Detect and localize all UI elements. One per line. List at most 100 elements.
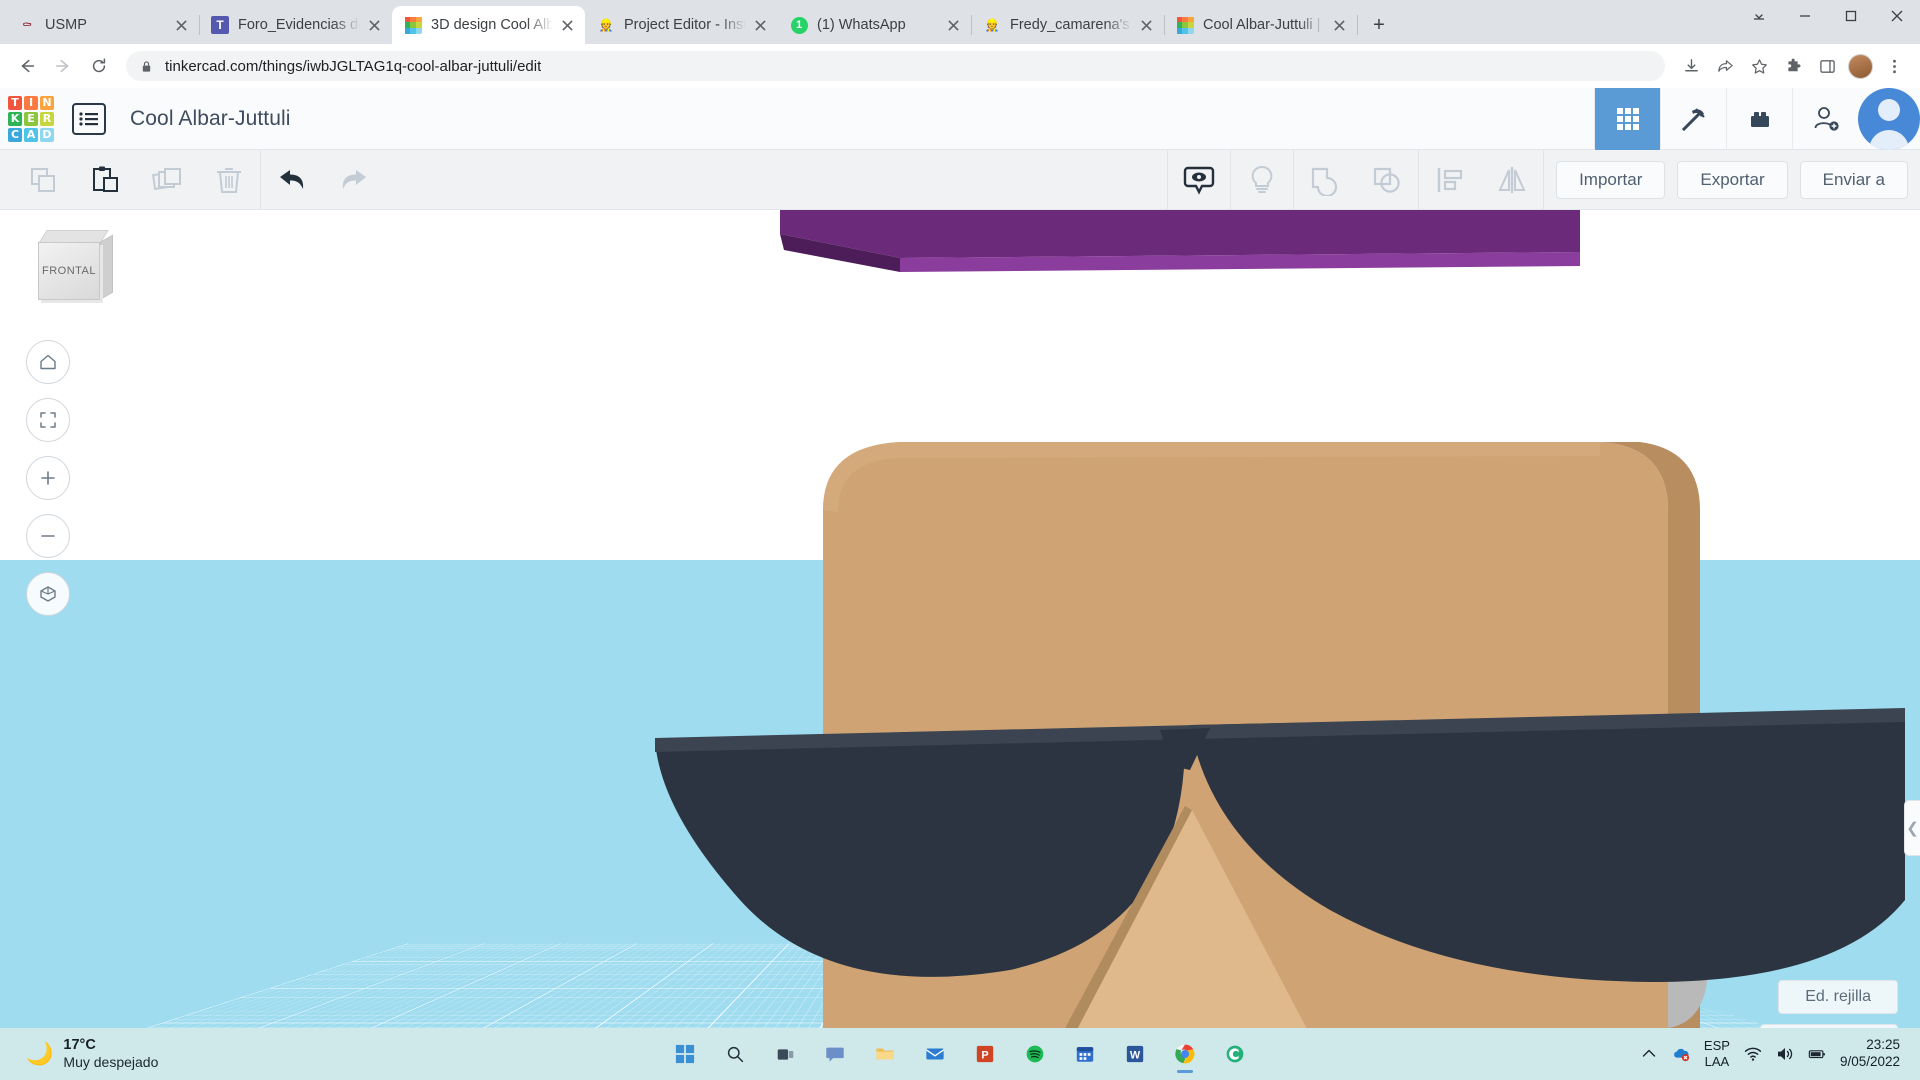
browser-tab-1[interactable]: T Foro_Evidencias de tr: [199, 6, 392, 44]
battery-icon[interactable]: [1808, 1045, 1826, 1063]
project-list-icon[interactable]: [72, 103, 106, 135]
camtasia-icon[interactable]: [1215, 1034, 1255, 1074]
delete-trash-icon[interactable]: [198, 150, 260, 210]
redo-icon[interactable]: [323, 150, 385, 210]
window-search-button[interactable]: [1736, 0, 1782, 32]
copy-icon[interactable]: [12, 150, 74, 210]
side-panel-icon[interactable]: [1811, 50, 1843, 82]
lego-brick-icon[interactable]: [1726, 88, 1792, 150]
fit-all-icon[interactable]: [26, 398, 70, 442]
header-actions: [1594, 88, 1920, 150]
pickaxe-minecraft-icon[interactable]: [1660, 88, 1726, 150]
tab-close-button[interactable]: [1136, 15, 1156, 35]
zoom-in-icon[interactable]: [26, 456, 70, 500]
home-view-icon[interactable]: [26, 340, 70, 384]
back-button[interactable]: [10, 49, 44, 83]
maximize-button[interactable]: [1828, 0, 1874, 32]
browser-tab-5[interactable]: 👷 Fredy_camarena's Pro: [971, 6, 1164, 44]
edit-grid-button[interactable]: Ed. rejilla: [1778, 980, 1898, 1014]
export-button[interactable]: Exportar: [1677, 161, 1787, 199]
toolbar-divider: [1543, 150, 1544, 210]
mail-icon[interactable]: [915, 1034, 955, 1074]
logo-tile: A: [24, 128, 38, 142]
tab-close-button[interactable]: [943, 15, 963, 35]
chrome-menu-icon[interactable]: [1878, 50, 1910, 82]
svg-text:W: W: [1130, 1050, 1141, 1062]
orthographic-view-icon[interactable]: [26, 572, 70, 616]
tab-title: 3D design Cool Albar: [431, 17, 553, 33]
share-icon[interactable]: [1709, 50, 1741, 82]
ungroup-icon[interactable]: [1356, 150, 1418, 210]
browser-tab-0[interactable]: ⚰ USMP: [6, 6, 199, 44]
light-bulb-icon[interactable]: [1231, 150, 1293, 210]
clock-time: 23:25: [1840, 1037, 1900, 1054]
start-windows-icon[interactable]: [665, 1034, 705, 1074]
browser-tab-6[interactable]: Cool Albar-Juttuli | Ti: [1164, 6, 1357, 44]
speaker-icon[interactable]: [1776, 1045, 1794, 1063]
language-indicator[interactable]: ESP LAA: [1704, 1038, 1730, 1071]
search-icon[interactable]: [715, 1034, 755, 1074]
send-to-button[interactable]: Enviar a: [1800, 161, 1908, 199]
download-icon[interactable]: [1675, 50, 1707, 82]
tab-title: Cool Albar-Juttuli | Ti: [1203, 17, 1325, 33]
view-cube-side-face[interactable]: [100, 234, 113, 300]
3d-viewport[interactable]: FRONTAL ❮ Ed. rejilla Ajustar Rejilla 1 …: [0, 210, 1920, 1080]
user-avatar[interactable]: [1858, 88, 1920, 150]
browser-tab-2[interactable]: 3D design Cool Albar: [392, 6, 585, 44]
mirror-icon[interactable]: [1481, 150, 1543, 210]
profile-avatar[interactable]: [1848, 54, 1873, 79]
browser-tab-3[interactable]: 👷 Project Editor - Instru: [585, 6, 778, 44]
logo-tile: R: [40, 112, 54, 126]
align-icon[interactable]: [1419, 150, 1481, 210]
tab-close-button[interactable]: [557, 15, 577, 35]
file-explorer-icon[interactable]: [865, 1034, 905, 1074]
new-tab-button[interactable]: +: [1365, 11, 1393, 39]
tinkercad-logo-icon[interactable]: T I N K E R C A D: [8, 96, 54, 142]
bookmark-star-icon[interactable]: [1743, 50, 1775, 82]
undo-icon[interactable]: [261, 150, 323, 210]
chevron-up-icon[interactable]: [1640, 1045, 1658, 1063]
add-person-icon[interactable]: [1792, 88, 1858, 150]
spotify-icon[interactable]: [1015, 1034, 1055, 1074]
paste-icon[interactable]: [74, 150, 136, 210]
logo-tile: C: [8, 128, 22, 142]
tab-close-button[interactable]: [750, 15, 770, 35]
weather-widget[interactable]: 🌙 17°C Muy despejado: [0, 1037, 158, 1071]
reload-button[interactable]: [82, 49, 116, 83]
group-icon[interactable]: [1294, 150, 1356, 210]
tab-close-button[interactable]: [1329, 15, 1349, 35]
task-view-icon[interactable]: [765, 1034, 805, 1074]
tab-close-button[interactable]: [171, 15, 191, 35]
weather-condition: Muy despejado: [63, 1054, 158, 1071]
tab-close-button[interactable]: [364, 15, 384, 35]
chevron-left-icon[interactable]: ❮: [1904, 800, 1920, 856]
grid-apps-icon[interactable]: [1594, 88, 1660, 150]
avatar-head: [1878, 99, 1900, 121]
instructables-icon: 👷: [597, 16, 615, 34]
show-hide-eye-icon[interactable]: [1168, 150, 1230, 210]
close-window-button[interactable]: [1874, 0, 1920, 32]
import-button[interactable]: Importar: [1556, 161, 1665, 199]
zoom-out-icon[interactable]: [26, 514, 70, 558]
word-icon[interactable]: W: [1115, 1034, 1155, 1074]
instructables-icon: 👷: [983, 16, 1001, 34]
browser-tab-4[interactable]: 1 (1) WhatsApp: [778, 6, 971, 44]
view-cube[interactable]: FRONTAL: [30, 228, 116, 314]
chat-icon[interactable]: [815, 1034, 855, 1074]
page-title[interactable]: Cool Albar-Juttuli: [130, 107, 291, 131]
duplicate-icon[interactable]: [136, 150, 198, 210]
language-primary: ESP: [1704, 1038, 1730, 1054]
address-bar[interactable]: tinkercad.com/things/iwbJGLTAG1q-cool-al…: [126, 51, 1665, 81]
forward-button[interactable]: [46, 49, 80, 83]
powerpoint-icon[interactable]: P: [965, 1034, 1005, 1074]
extensions-puzzle-icon[interactable]: [1777, 50, 1809, 82]
minimize-button[interactable]: [1782, 0, 1828, 32]
3d-model-cool-character[interactable]: [0, 210, 1920, 1080]
calendar-icon[interactable]: [1065, 1034, 1105, 1074]
wifi-icon[interactable]: [1744, 1045, 1762, 1063]
clock[interactable]: 23:25 9/05/2022: [1840, 1037, 1900, 1071]
view-cube-front-face[interactable]: FRONTAL: [38, 242, 100, 300]
chrome-icon[interactable]: [1165, 1034, 1205, 1074]
onedrive-error-icon[interactable]: [1672, 1045, 1690, 1063]
system-tray: ESP LAA 23:25 9/05/2022: [1640, 1037, 1920, 1071]
